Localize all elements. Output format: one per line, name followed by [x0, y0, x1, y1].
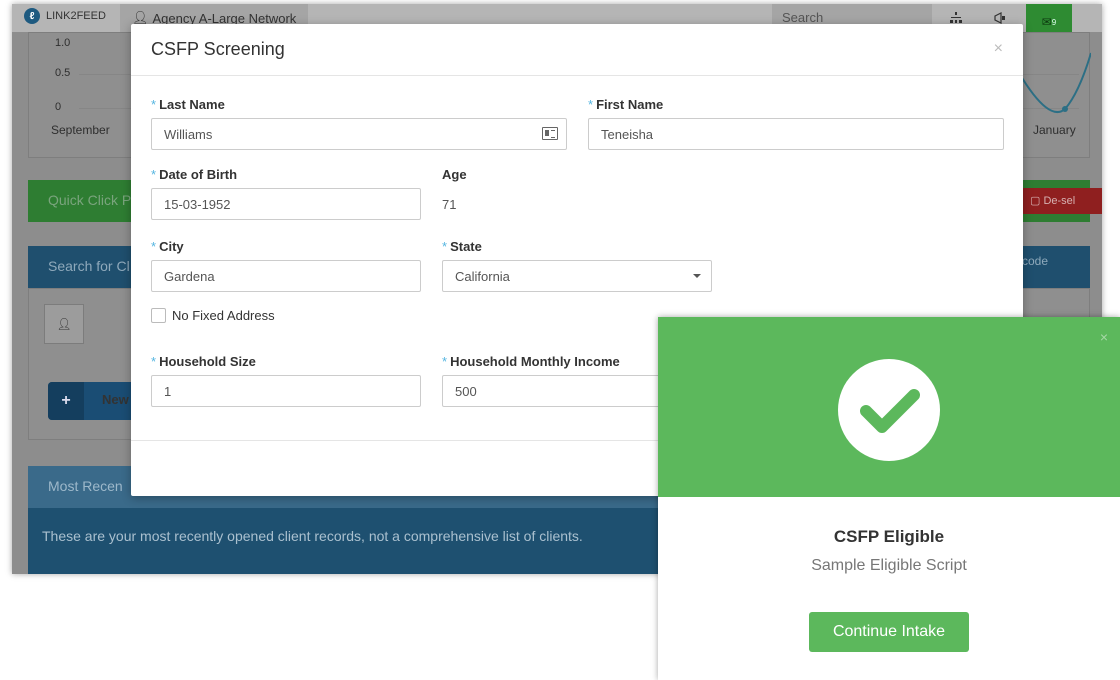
city-label: * City: [151, 239, 184, 254]
stage: ℓ LINK2FEED 👤︎ Agency A-Large Network Se…: [0, 0, 1120, 680]
household-income-label-text: Household Monthly Income: [450, 354, 620, 369]
required-marker: *: [442, 354, 448, 369]
mail-count-badge: 9: [1051, 17, 1057, 27]
household-size-input[interactable]: 1: [151, 375, 421, 407]
recent-clients-note: These are your most recently opened clie…: [42, 528, 583, 544]
square-icon: ▢: [1030, 195, 1044, 207]
city-input[interactable]: Gardena: [151, 260, 421, 292]
age-value: 71: [442, 197, 457, 212]
x-tick-label: September: [51, 123, 110, 137]
chart-line: [1019, 52, 1091, 114]
popup-title: CSFP Eligible: [833, 527, 945, 546]
required-marker: *: [151, 239, 157, 254]
state-label: * State: [442, 239, 482, 254]
y-tick-label: 0: [55, 101, 62, 113]
brand-name: LINK2FEED: [46, 10, 106, 22]
household-size-label-text: Household Size: [159, 354, 256, 369]
required-marker: *: [151, 167, 157, 182]
household-size-label: * Household Size: [151, 354, 256, 369]
required-marker: *: [151, 97, 157, 112]
age-label: Age: [442, 167, 467, 182]
first-name-label: * First Name: [588, 97, 663, 112]
modal-title: CSFP Screening: [151, 39, 285, 59]
quick-click-label: Quick Click P: [48, 192, 132, 208]
popup-subtitle: Sample Eligible Script: [811, 557, 967, 574]
no-fixed-address-label: No Fixed Address: [172, 308, 275, 323]
success-check-icon: [838, 359, 940, 461]
state-select[interactable]: California: [442, 260, 712, 292]
brand-logo[interactable]: ℓ LINK2FEED: [24, 8, 106, 24]
barcode-tab[interactable]: code: [1022, 254, 1048, 268]
required-marker: *: [588, 97, 594, 112]
last-name-value: Williams: [164, 127, 213, 142]
deselect-label: De-sel: [1043, 195, 1076, 207]
state-label-text: State: [450, 239, 482, 254]
deselect-button[interactable]: ▢ De-sel: [1022, 188, 1102, 214]
brand-icon: ℓ: [24, 8, 40, 24]
dob-label: * Date of Birth: [151, 167, 237, 182]
last-name-input[interactable]: Williams: [151, 118, 567, 150]
person-icon: 👤︎: [44, 304, 84, 344]
chevron-down-icon: [693, 274, 701, 278]
plus-icon: +: [48, 382, 84, 420]
client-search-title: Search for Cl: [48, 258, 130, 274]
first-name-label-text: First Name: [596, 97, 664, 112]
y-tick-label: 1.0: [55, 37, 71, 49]
mail-icon: ✉: [1041, 15, 1052, 29]
last-name-label-text: Last Name: [159, 97, 225, 112]
dob-label-text: Date of Birth: [159, 167, 238, 182]
close-icon[interactable]: ×: [1100, 329, 1108, 345]
required-marker: *: [442, 239, 448, 254]
household-income-label: * Household Monthly Income: [442, 354, 620, 369]
y-tick-label: 0.5: [55, 67, 71, 79]
x-tick-label: January: [1033, 123, 1076, 137]
popup-banner: ×: [658, 317, 1120, 497]
eligibility-result-popup: × CSFP Eligible Sample Eligible Script C…: [658, 317, 1120, 680]
new-client-label: New: [102, 392, 129, 407]
close-icon[interactable]: ×: [994, 40, 1003, 58]
state-value: California: [455, 269, 510, 284]
id-card-icon[interactable]: [542, 127, 558, 140]
continue-intake-button[interactable]: Continue Intake: [809, 612, 969, 652]
no-fixed-address-checkbox[interactable]: [151, 308, 166, 323]
modal-header: CSFP Screening ×: [131, 24, 1023, 76]
last-name-label: * Last Name: [151, 97, 225, 112]
required-marker: *: [151, 354, 157, 369]
city-label-text: City: [159, 239, 184, 254]
recent-clients-title: Most Recen: [48, 478, 123, 494]
dob-input[interactable]: 15-03-1952: [151, 188, 421, 220]
first-name-input[interactable]: Teneisha: [588, 118, 1004, 150]
